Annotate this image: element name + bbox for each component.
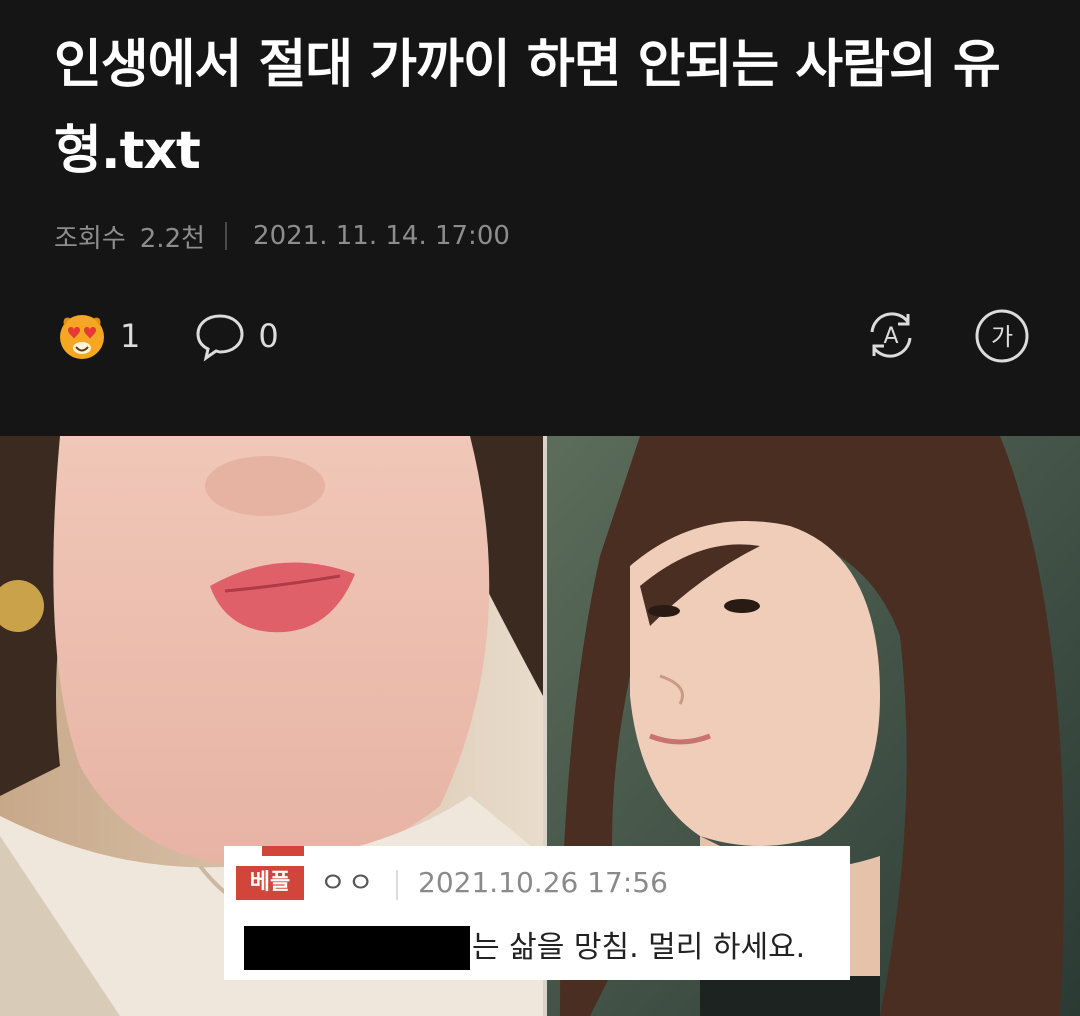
reaction-button[interactable]: 1 — [56, 310, 194, 362]
font-size-icon: 가 — [975, 309, 1029, 363]
views-label: 조회수 — [54, 223, 126, 254]
meta-divider — [225, 222, 228, 250]
post-image: 베플 ㅇㅇ 2021.10.26 17:56 는 삶을 망침. 멀리 하세요. — [0, 436, 1080, 1016]
comment-date: 2021.10.26 17:56 — [418, 866, 668, 899]
comment-text: 는 삶을 망침. 멀리 하세요. — [472, 930, 806, 965]
post-header: 인생에서 절대 가까이 하면 안되는 사람의 유형.txt 조회수 2.2천 2… — [0, 0, 1080, 436]
speech-bubble-icon — [196, 314, 244, 362]
views-count: 2.2천 — [139, 223, 206, 254]
heart-eyes-emoji-icon — [60, 315, 104, 359]
translate-icon: A — [870, 312, 912, 358]
post-actions: 1 0 — [56, 306, 279, 366]
best-comment-badge: 베플 — [236, 866, 304, 900]
redaction-bar — [244, 926, 470, 970]
font-size-glyph: 가 — [991, 323, 1013, 351]
comment-username: ㅇㅇ — [320, 866, 376, 899]
comment-button[interactable]: 0 — [194, 310, 279, 362]
comment-divider — [396, 870, 398, 900]
translate-button[interactable]: A — [862, 306, 920, 364]
post-meta: 조회수 2.2천 2021. 11. 14. 17:00 — [54, 218, 510, 254]
font-size-button[interactable]: 가 — [974, 308, 1030, 364]
translate-glyph: A — [883, 324, 898, 349]
post-title: 인생에서 절대 가까이 하면 안되는 사람의 유형.txt — [54, 35, 1001, 181]
embedded-comment: 베플 ㅇㅇ 2021.10.26 17:56 는 삶을 망침. 멀리 하세요. — [224, 846, 850, 980]
reaction-count: 1 — [120, 317, 141, 355]
badge-top-strip — [262, 846, 304, 856]
post-datetime: 2021. 11. 14. 17:00 — [253, 221, 510, 251]
comment-count: 0 — [258, 317, 279, 355]
